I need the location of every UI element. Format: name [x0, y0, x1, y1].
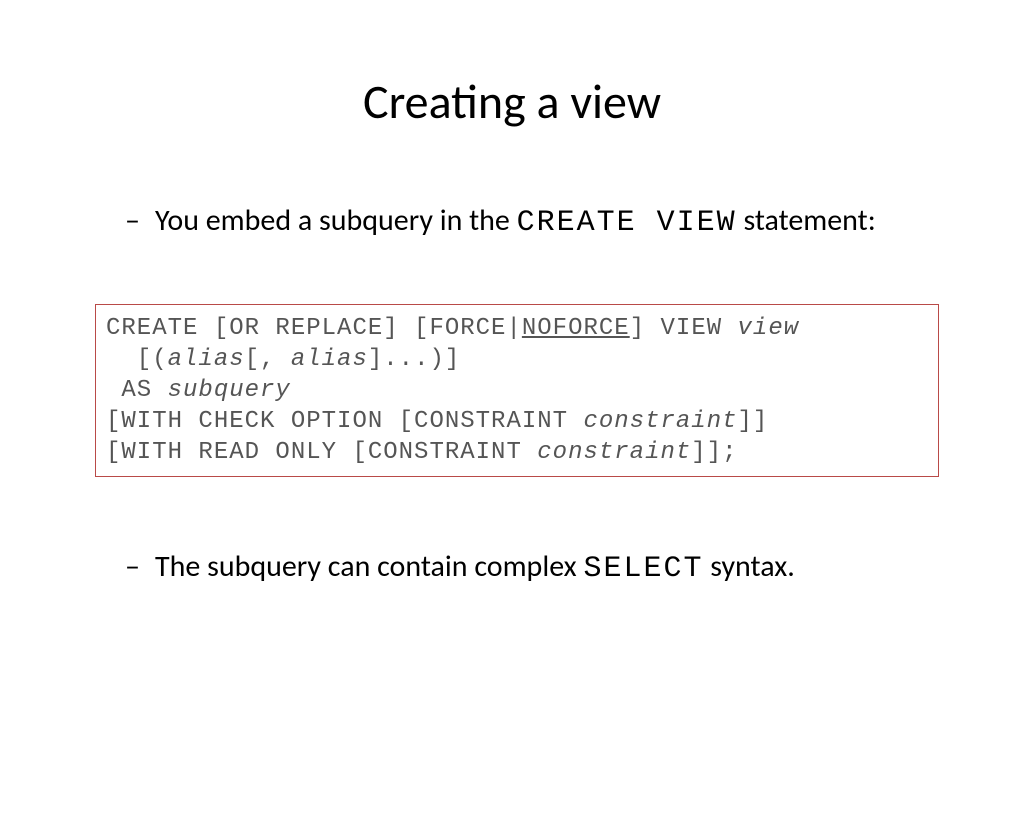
slide-title: Creating a view	[0, 72, 1024, 131]
code-l2b: [,	[245, 346, 291, 373]
code-l5a: [WITH READ ONLY [CONSTRAINT	[106, 439, 537, 466]
code-l2a: [(	[106, 346, 168, 373]
bullet2-code: SELECT	[583, 552, 703, 586]
code-l3-subquery: subquery	[168, 377, 291, 404]
code-l1-underline: NOFORCE	[522, 315, 630, 342]
code-l1b: ] VIEW	[630, 315, 738, 342]
bullet1-post: statement:	[737, 202, 876, 239]
bullet2-pre: The subquery can contain complex	[155, 548, 583, 585]
code-l5-constraint: constraint	[537, 439, 691, 466]
code-l1a: CREATE [OR REPLACE] [FORCE|	[106, 315, 522, 342]
bullet1-code: CREATE VIEW	[517, 206, 737, 240]
code-l4a: [WITH CHECK OPTION [CONSTRAINT	[106, 408, 583, 435]
code-l5b: ]];	[691, 439, 737, 466]
code-l2-alias1: alias	[168, 346, 245, 373]
code-l2-alias2: alias	[291, 346, 368, 373]
slide: Creating a view You embed a subquery in …	[0, 72, 1024, 840]
code-l1-view: view	[738, 315, 800, 342]
bullet1-pre: You embed a subquery in the	[155, 202, 517, 239]
code-l3a: AS	[106, 377, 168, 404]
syntax-code-box: CREATE [OR REPLACE] [FORCE|NOFORCE] VIEW…	[95, 304, 939, 478]
code-l4-constraint: constraint	[583, 408, 737, 435]
code-l4b: ]]	[738, 408, 769, 435]
bullet-item-2: The subquery can contain complex SELECT …	[125, 547, 934, 590]
bullet2-post: syntax.	[703, 548, 794, 585]
code-l2c: ]...)]	[368, 346, 460, 373]
bullet-item-1: You embed a subquery in the CREATE VIEW …	[125, 201, 934, 244]
